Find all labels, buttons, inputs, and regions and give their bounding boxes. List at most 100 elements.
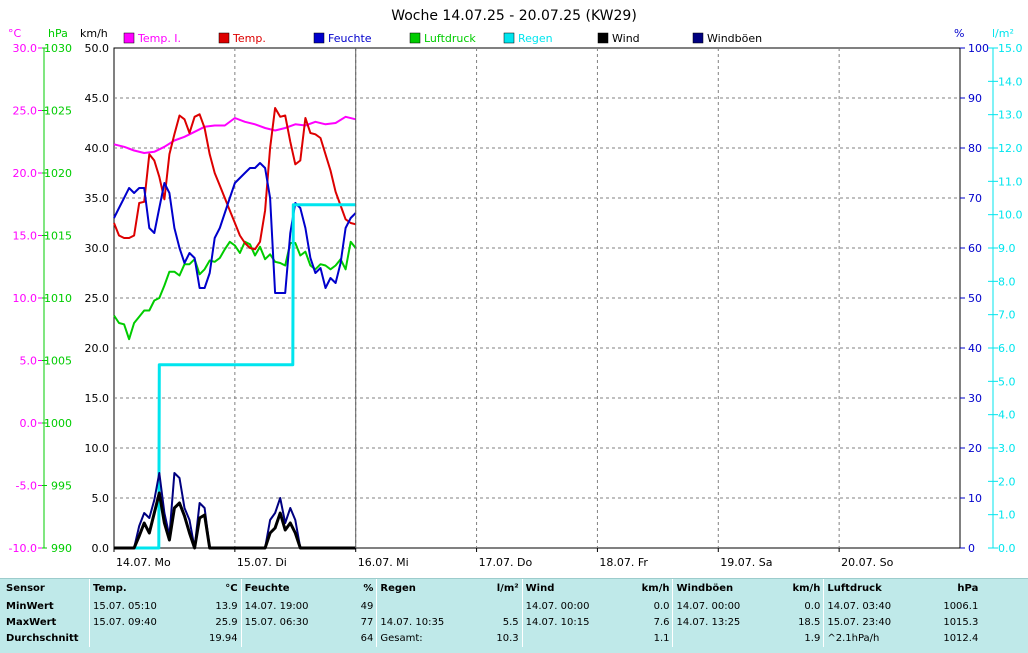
stats-cell-value: 1006.1	[943, 601, 979, 612]
stats-row-label: MaxWert	[6, 617, 57, 628]
stats-row: Sensor Temp. °C Feuchte% Regen l/m² Wind km/h Wi…	[0, 579, 981, 599]
legend-label: Temp.	[232, 32, 266, 45]
rain-axis-tick-label: 4.0	[998, 409, 1016, 422]
rain-axis-tick-label: 9.0	[998, 242, 1016, 255]
stats-cell-label	[89, 631, 206, 647]
pressure-unit-label: hPa	[48, 27, 68, 40]
stats-group-name: Windböen	[672, 579, 790, 599]
rain-unit-label: l/m²	[992, 27, 1014, 40]
humidity-axis-tick-label: 80	[968, 142, 982, 155]
stats-group-unit: l/m²	[496, 583, 519, 594]
legend-label: Regen	[518, 32, 553, 45]
stats-cell-value: 1012.4	[943, 633, 979, 644]
stats-cell-value: 25.9	[215, 617, 238, 628]
stats-group-name: Feuchte	[240, 579, 358, 599]
stats-cell-value: 13.9	[215, 601, 238, 612]
humidity-axis-tick-label: 50	[968, 292, 982, 305]
rain-axis-tick-label: 13.0	[998, 109, 1023, 122]
wind-axis-tick-label: 10.0	[85, 442, 110, 455]
rain-axis-tick-label: 10.0	[998, 209, 1023, 222]
temp-axis-tick-label: 15.0	[13, 230, 38, 243]
pressure-axis-tick-label: 1025	[44, 105, 72, 118]
stats-table: Sensor Temp. °C Feuchte% Regen l/m² Wind km/h Wi…	[0, 579, 981, 647]
stats-cell-label: 14.07. 13:25	[672, 615, 790, 631]
humidity-axis-tick-label: 100	[968, 42, 989, 55]
rain-axis-tick-label: 1.0	[998, 509, 1016, 522]
stats-cell-value: 0.0	[804, 601, 821, 612]
wind-axis-tick-label: 20.0	[85, 342, 110, 355]
pressure-axis-tick-label: 990	[51, 542, 72, 555]
rain-axis-tick-label: 7.0	[998, 309, 1016, 322]
legend-label: Feuchte	[328, 32, 372, 45]
legend-label: Luftdruck	[424, 32, 476, 45]
stats-cell-value: 1.1	[653, 633, 670, 644]
x-tick-label: 14.07. Mo	[116, 556, 171, 569]
pressure-axis-tick-label: 995	[51, 480, 72, 493]
weather-chart: Woche 14.07.25 - 20.07.25 (KW29) 14.07. …	[0, 0, 1028, 578]
x-tick-label: 18.07. Fr	[599, 556, 648, 569]
stats-cell-label: ^2.1hPa/h	[823, 631, 941, 647]
humidity-axis-tick-label: 60	[968, 242, 982, 255]
rain-axis-tick-label: 2.0	[998, 475, 1016, 488]
stats-cell-label	[672, 631, 790, 647]
stats-group-unit: °C	[225, 583, 238, 594]
rain-axis-tick-label: 8.0	[998, 275, 1016, 288]
stats-cell-label: 14.07. 00:00	[521, 599, 639, 615]
legend-swatch	[409, 32, 421, 44]
pressure-axis-tick-label: 1000	[44, 417, 72, 430]
stats-cell-value: 1015.3	[943, 617, 979, 628]
legend-swatch	[503, 32, 515, 44]
stats-cell-value: 1.9	[804, 633, 821, 644]
wind-axis-tick-label: 15.0	[85, 392, 110, 405]
stats-cell-label: 15.07. 06:30	[240, 615, 358, 631]
temp-axis-tick-label: -10.0	[9, 542, 37, 555]
x-tick-label: 19.07. Sa	[720, 556, 772, 569]
stats-cell-value: 19.94	[209, 633, 238, 644]
legend-swatch	[313, 32, 325, 44]
legend-label: Wind	[612, 32, 640, 45]
stats-group-name: Temp.	[89, 579, 206, 599]
legend-swatch	[218, 32, 230, 44]
rain-axis-tick-label: 14.0	[998, 75, 1023, 88]
temp-axis-tick-label: 0.0	[20, 417, 38, 430]
x-tick-label: 20.07. So	[841, 556, 893, 569]
stats-group-name: Regen	[376, 579, 494, 599]
stats-cell-value: 77	[360, 617, 374, 628]
wind-axis-tick-label: 40.0	[85, 142, 110, 155]
pressure-axis-tick-label: 1005	[44, 355, 72, 368]
wind-axis-tick-label: 5.0	[92, 492, 110, 505]
wind-axis-tick-label: 30.0	[85, 242, 110, 255]
humidity-axis-tick-label: 0	[968, 542, 975, 555]
temp-axis-tick-label: -5.0	[16, 480, 37, 493]
stats-cell-label	[521, 631, 639, 647]
temp-axis-tick-label: 10.0	[13, 292, 38, 305]
legend-label: Windböen	[707, 32, 762, 45]
stats-cell-value: 0.0	[653, 601, 670, 612]
humidity-axis-tick-label: 70	[968, 192, 982, 205]
temp-axis-tick-label: 30.0	[13, 42, 38, 55]
stats-group-unit: hPa	[957, 583, 979, 594]
stats-cell-label: 14.07. 10:35	[376, 615, 494, 631]
stats-group-unit: %	[363, 583, 374, 594]
humidity-axis-tick-label: 30	[968, 392, 982, 405]
stats-row: MinWert 15.07. 05:10 13.9 14.07. 19:00 49 14.…	[0, 599, 981, 615]
stats-group-unit: km/h	[641, 583, 670, 594]
humidity-axis-tick-label: 10	[968, 492, 982, 505]
stats-cell-value: 10.3	[496, 633, 519, 644]
stats-row-label: Durchschnitt	[6, 633, 79, 644]
stats-cell-label: Gesamt:	[376, 631, 494, 647]
rain-axis-tick-label: 12.0	[998, 142, 1023, 155]
temp-axis-tick-label: 25.0	[13, 105, 38, 118]
x-tick-label: 17.07. Do	[479, 556, 533, 569]
pressure-axis-tick-label: 1030	[44, 42, 72, 55]
stats-cell-value: 5.5	[502, 617, 519, 628]
humidity-axis-tick-label: 90	[968, 92, 982, 105]
pressure-axis-tick-label: 1015	[44, 230, 72, 243]
legend-swatch	[597, 32, 609, 44]
wind-axis-tick-label: 0.0	[92, 542, 110, 555]
pressure-axis-tick-label: 1020	[44, 167, 72, 180]
rain-axis-tick-label: 15.0	[998, 42, 1023, 55]
wind-axis-tick-label: 50.0	[85, 42, 110, 55]
wind-axis-tick-label: 35.0	[85, 192, 110, 205]
legend-label: Temp. I.	[137, 32, 181, 45]
